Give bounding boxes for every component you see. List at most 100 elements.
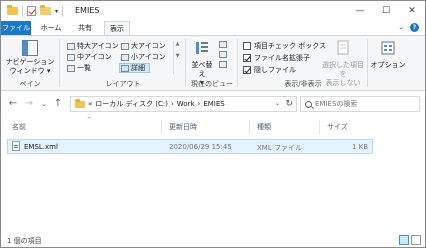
tab-home[interactable]: ホーム (40, 21, 62, 35)
minimize-button[interactable]: — (347, 1, 373, 21)
options-icon (381, 41, 395, 55)
extra-large-icons-label: 特大アイコン (77, 42, 119, 50)
divider (59, 39, 60, 87)
new-folder-icon[interactable] (40, 5, 51, 15)
large-icons-label: 大アイコン (131, 42, 166, 50)
column-header-size[interactable]: サイズ (327, 122, 348, 132)
address-dropdown-button[interactable]: ⌄ (275, 100, 280, 107)
navigation-pane-label-2: ウィンドウ ▾ (9, 67, 51, 75)
file-modified: 2020/06/29 15:45 (169, 143, 232, 151)
hidden-items-toggle[interactable]: 隠しファイル (243, 65, 296, 75)
file-extensions-checkbox[interactable] (243, 54, 251, 62)
maximize-button[interactable]: ☐ (373, 1, 399, 21)
folder-icon (7, 5, 18, 15)
list-label: 一覧 (77, 64, 91, 72)
layout-gallery-scroll[interactable]: ▲ ▼ (173, 41, 181, 74)
close-button[interactable]: ✕ (399, 1, 425, 21)
options-label: オプション (370, 61, 406, 69)
layout-extra-large-icons[interactable]: 特大アイコン (67, 41, 119, 51)
tab-view[interactable]: 表示 (104, 21, 130, 36)
customize-qat-dropdown[interactable]: ▾ (55, 8, 58, 15)
group-by-icon[interactable] (219, 41, 227, 48)
file-extensions-label: ファイル名拡張子 (254, 54, 310, 62)
item-checkboxes-toggle[interactable]: 項目チェック ボックス (243, 41, 326, 51)
hidden-items-label: 隠しファイル (254, 66, 296, 74)
layout-group: 特大アイコン 大アイコン 中アイコン 小アイコン 一覧 詳細 ▲ ▼ レイアウト (61, 36, 185, 91)
breadcrumb-prefix[interactable]: « (88, 100, 92, 108)
layout-medium-icons[interactable]: 中アイコン (67, 52, 112, 62)
search-input[interactable]: EMIESの検索 (300, 96, 420, 112)
details-label: 詳細 (131, 64, 145, 72)
divider (367, 39, 368, 87)
recent-locations-button[interactable]: ⌄ (38, 100, 50, 108)
search-icon (305, 100, 312, 108)
current-view-group-label: 現在のビュー (191, 80, 233, 88)
up-button[interactable]: ↑ (52, 98, 64, 109)
file-extensions-toggle[interactable]: ファイル名拡張子 (243, 53, 310, 63)
search-placeholder: EMIESの検索 (315, 100, 358, 108)
address-bar[interactable]: « ローカル ディスク (C:) › Work › EMIES ⌄ ↻ (70, 96, 297, 112)
breadcrumb-local-disk[interactable]: ローカル ディスク (C:) (95, 99, 168, 109)
ribbon: ナビゲーション ウィンドウ ▾ ペイン 特大アイコン 大アイコン 中アイコン 小… (1, 35, 425, 91)
column-header-type[interactable]: 種類 (257, 122, 271, 132)
sort-indicator: ^ (87, 117, 92, 123)
show-hide-group-label: 表示/非表示 (284, 80, 322, 88)
divider (185, 39, 186, 87)
breadcrumb-work[interactable]: Work (177, 100, 195, 108)
properties-icon[interactable] (27, 6, 36, 16)
medium-icons-label: 中アイコン (77, 53, 112, 61)
large-icons-icon (121, 42, 129, 50)
back-button[interactable]: ← (7, 98, 19, 109)
navigation-pane-icon (22, 40, 38, 56)
forward-button[interactable]: → (23, 98, 35, 109)
divider (62, 5, 64, 17)
medium-icons-icon (67, 53, 75, 61)
show-hide-group: 項目チェック ボックス ファイル名拡張子 隠しファイル 選択した項目を 表示しな… (239, 36, 367, 91)
tab-share[interactable]: 共有 (74, 21, 96, 35)
layout-large-icons[interactable]: 大アイコン (121, 41, 166, 51)
options-group: オプション (369, 36, 409, 91)
size-columns-icon[interactable] (219, 61, 227, 68)
breadcrumb-separator[interactable]: › (198, 100, 201, 108)
tab-file[interactable]: ファイル (1, 21, 31, 35)
file-type: XML ファイル (257, 144, 302, 152)
options-button[interactable]: オプション (369, 40, 407, 70)
divider (249, 120, 250, 134)
sort-by-label-1: 並べ替え (191, 61, 213, 78)
refresh-button[interactable]: ↻ (285, 99, 293, 109)
hidden-items-checkbox[interactable] (243, 66, 251, 74)
large-icons-view-button[interactable] (411, 235, 421, 245)
divider (237, 39, 238, 87)
breadcrumb-separator[interactable]: › (171, 100, 174, 108)
small-icons-icon (121, 53, 129, 61)
help-icon[interactable]: ? (410, 23, 419, 32)
breadcrumb-emies[interactable]: EMIES (203, 100, 224, 108)
column-header-name[interactable]: 名前 (12, 122, 26, 132)
xml-file-icon (12, 141, 20, 151)
item-checkboxes-checkbox[interactable] (243, 42, 251, 50)
layout-details[interactable]: 詳細 (119, 63, 150, 73)
divider (22, 5, 23, 17)
file-list: ^ 名前 更新日時 種類 サイズ EMSL.xml 2020/06/29 15:… (1, 117, 425, 233)
title-bar: ▾ EMIES — ☐ ✕ (1, 1, 425, 21)
ribbon-right-controls: ⌄ ? (398, 23, 419, 32)
folder-icon (75, 98, 85, 108)
sort-by-icon (196, 42, 208, 54)
layout-list[interactable]: 一覧 (67, 63, 91, 73)
column-header-modified[interactable]: 更新日時 (169, 122, 197, 132)
details-view-button[interactable] (399, 235, 409, 245)
navigation-bar: ← → ⌄ ↑ « ローカル ディスク (C:) › Work › EMIES … (1, 93, 425, 115)
window-title: EMIES (75, 6, 100, 15)
add-columns-icon[interactable] (219, 51, 227, 58)
file-name[interactable]: EMSL.xml (24, 143, 58, 151)
collapse-ribbon-button[interactable]: ⌄ (398, 23, 404, 32)
window-controls: — ☐ ✕ (347, 1, 425, 21)
ribbon-tabs: ファイル ホーム 共有 表示 ⌄ ? (1, 21, 425, 36)
navigation-pane-button[interactable]: ナビゲーション ウィンドウ ▾ (5, 40, 55, 76)
hide-selected-icon (337, 40, 349, 55)
panes-group-label: ペイン (19, 80, 41, 88)
extra-large-icons-icon (67, 42, 75, 50)
layout-small-icons[interactable]: 小アイコン (121, 52, 166, 62)
item-checkboxes-label: 項目チェック ボックス (254, 42, 327, 50)
explorer-window: ▾ EMIES — ☐ ✕ ファイル ホーム 共有 表示 ⌄ ? ナビゲーション… (0, 0, 426, 248)
